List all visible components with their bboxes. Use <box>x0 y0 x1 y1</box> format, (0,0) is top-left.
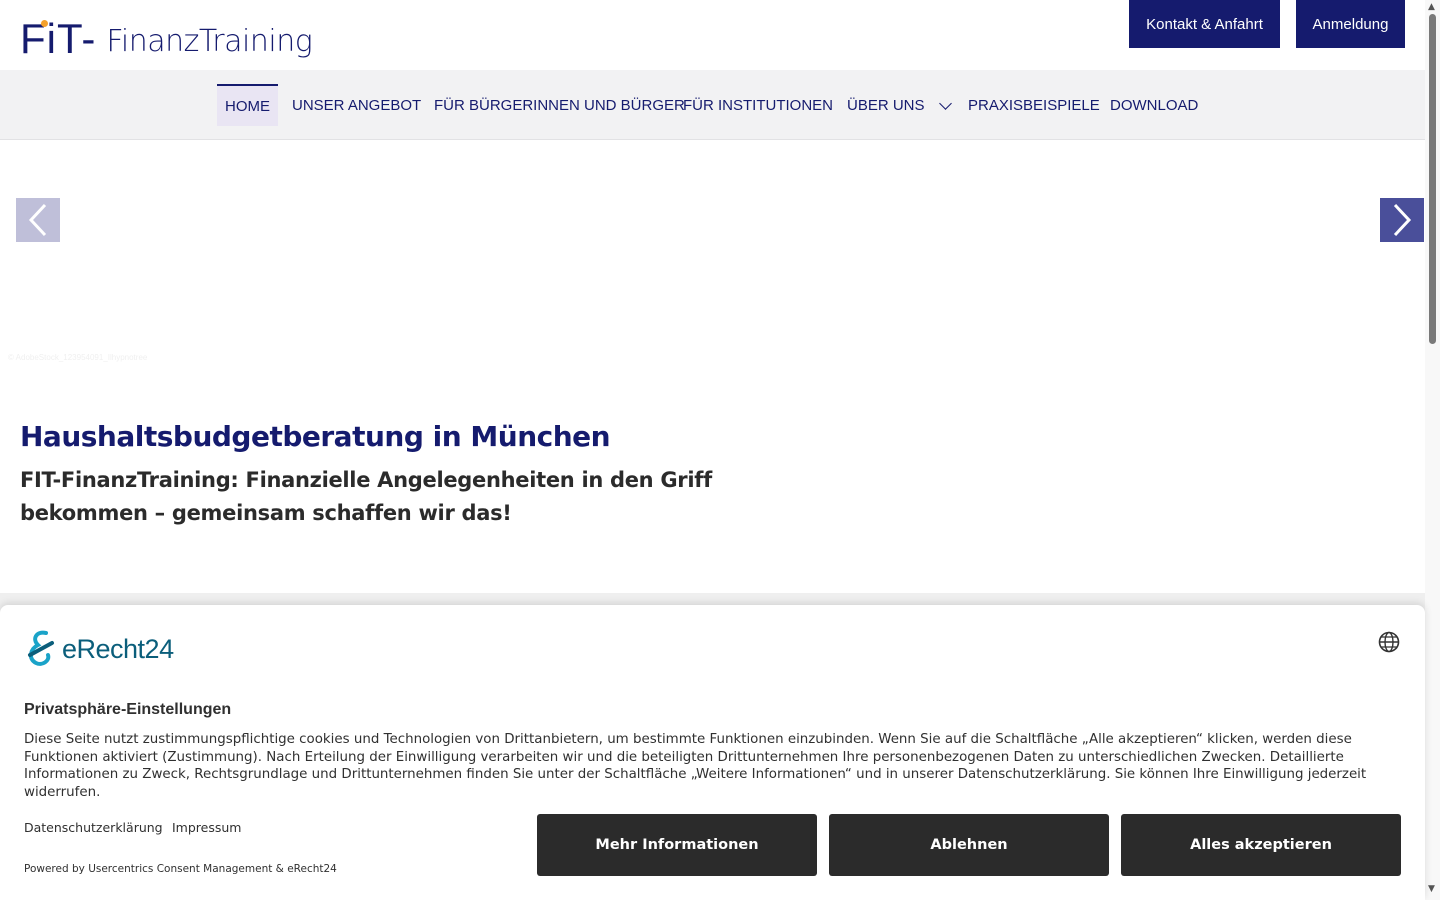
page-title: Haushaltsbudgetberatung in München <box>20 420 611 453</box>
cookie-consent-banner: eRecht24 Privatsphäre-Einstellungen Dies… <box>0 605 1425 900</box>
consent-title: Privatsphäre-Einstellungen <box>24 701 232 718</box>
image-credit: © AdobeStock_123954091_Ilhypnotree <box>8 353 148 362</box>
erecht24-mark-icon <box>28 630 54 666</box>
imprint-link[interactable]: Impressum <box>172 820 241 835</box>
privacy-policy-link[interactable]: Datenschutzerklärung <box>24 820 163 835</box>
chevron-right-icon <box>1393 203 1412 237</box>
erecht24-logo-text: eRecht24 <box>62 633 174 664</box>
consent-description: Diese Seite nutzt zustimmungspflichtige … <box>24 732 1367 800</box>
scroll-up-icon[interactable]: ▲ <box>1428 2 1435 12</box>
contact-button[interactable]: Kontakt & Anfahrt <box>1129 0 1280 48</box>
logo-brand: FiT- <box>20 15 97 62</box>
page-scrollbar[interactable]: ▲ ▼ <box>1425 0 1440 900</box>
page-subtitle: FIT-FinanzTraining: Finanzielle Angelege… <box>20 468 712 525</box>
deny-button[interactable]: Ablehnen <box>829 814 1109 876</box>
more-info-button[interactable]: Mehr Informationen <box>537 814 817 876</box>
nav-item-praxisbeispiele[interactable]: PRAXISBEISPIELE <box>968 84 1100 126</box>
nav-item-institutionen[interactable]: FÜR INSTITUTIONEN <box>683 84 833 126</box>
nav-item-ueber-uns[interactable]: ÜBER UNS <box>847 84 952 126</box>
scroll-thumb[interactable] <box>1429 14 1436 344</box>
logo-name: FinanzTraining <box>106 24 313 59</box>
chevron-down-icon[interactable] <box>938 96 952 110</box>
nav-item-unser-angebot[interactable]: UNSER ANGEBOT <box>292 84 421 126</box>
nav-item-download[interactable]: DOWNLOAD <box>1110 84 1198 126</box>
slider-prev-button[interactable] <box>16 198 60 242</box>
nav-item-home[interactable]: HOME <box>217 84 278 126</box>
erecht24-logo: eRecht24 <box>24 629 174 669</box>
login-button[interactable]: Anmeldung <box>1296 0 1405 48</box>
nav-item-buergerinnen[interactable]: FÜR BÜRGERINNEN UND BÜRGER <box>434 84 685 126</box>
language-globe-icon[interactable] <box>1377 630 1401 658</box>
slider-next-button[interactable] <box>1380 198 1424 242</box>
accept-all-button[interactable]: Alles akzeptieren <box>1121 814 1401 876</box>
logo-dot-icon <box>41 20 48 27</box>
powered-by-text: Powered by Usercentrics Consent Manageme… <box>24 863 337 875</box>
main-nav: HOME UNSER ANGEBOT FÜR BÜRGERINNEN UND B… <box>0 70 1425 140</box>
site-logo[interactable]: FiT- FinanzTraining <box>20 10 313 62</box>
scroll-down-icon[interactable]: ▼ <box>1428 884 1435 894</box>
nav-item-ueber-uns-label: ÜBER UNS <box>847 96 925 114</box>
chevron-left-icon <box>28 203 47 237</box>
site-header: FiT- FinanzTraining Kontakt & Anfahrt An… <box>0 0 1425 70</box>
